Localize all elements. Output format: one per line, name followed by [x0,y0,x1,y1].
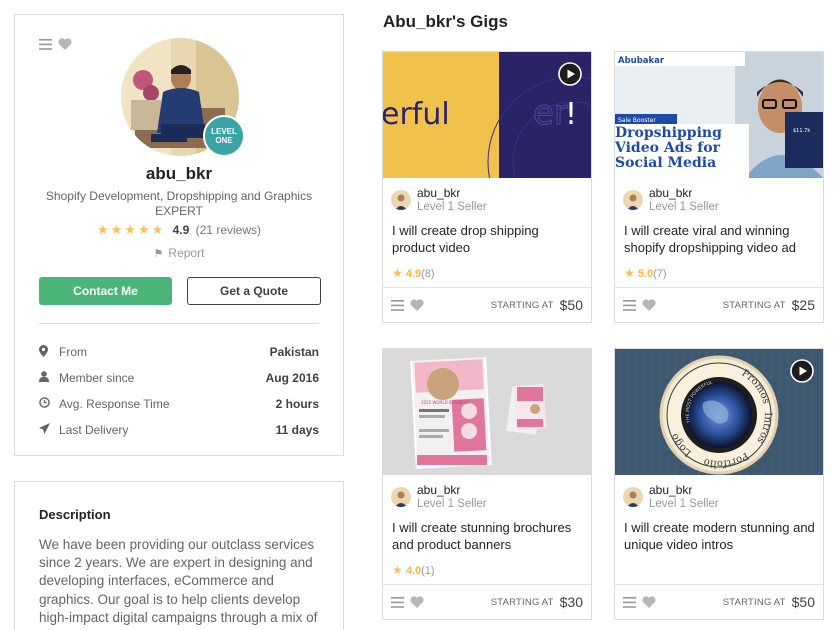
contact-me-button[interactable]: Contact Me [39,277,172,305]
seller-avatar[interactable] [623,487,643,507]
description-title: Description [39,507,111,522]
gig-card[interactable]: er ! erful abu_bkr Level 1 Seller I will… [382,51,592,323]
seller-avatar[interactable] [391,487,411,507]
play-icon[interactable] [558,62,582,86]
flag-icon: ⚑ [153,248,164,260]
heart-icon[interactable] [410,299,424,311]
review-count[interactable]: (21 reviews) [196,223,261,237]
star-icon: ★ [624,266,635,280]
divider [39,323,319,324]
card-tools [39,38,72,50]
gig-rating: ★ 5.0(7) [624,266,667,280]
stat-member-since: Member since Aug 2016 [39,365,319,391]
get-a-quote-button[interactable]: Get a Quote [187,277,321,305]
gig-footer: STARTING AT $25 [615,287,823,322]
svg-text:er: er [533,93,568,133]
gig-thumbnail[interactable]: Promos Intros Portfolio Logo THE MOST PO… [615,349,823,475]
location-pin-icon [39,344,59,360]
gig-title[interactable]: I will create stunning brochures and pro… [392,519,583,553]
stat-last-delivery: Last Delivery 11 days [39,417,319,443]
seller-stats: From Pakistan Member since Aug 2016 Avg.… [39,339,319,443]
gig-seller: abu_bkr Level 1 Seller [391,186,487,214]
seller-rating: ★★★★★ 4.9 (21 reviews) [15,222,343,238]
gig-rating: ★ 4.0(1) [392,563,435,577]
svg-text:Sale Booster: Sale Booster [618,117,656,124]
gig-price: $25 [791,297,815,313]
paper-plane-icon [39,423,59,437]
gig-seller: abu_bkr Level 1 Seller [391,483,487,511]
report-link[interactable]: ⚑ Report [15,246,343,260]
svg-text:erful: erful [383,97,450,132]
heart-icon[interactable] [410,596,424,608]
menu-icon[interactable] [391,299,404,311]
menu-icon[interactable] [623,596,636,608]
gig-price: $50 [559,297,583,313]
play-icon[interactable] [790,359,814,383]
user-icon [39,371,59,385]
heart-icon[interactable] [642,596,656,608]
stat-from: From Pakistan [39,339,319,365]
gig-thumbnail[interactable]: er ! erful [383,52,591,178]
gig-footer: STARTING AT $30 [383,584,591,619]
gigs-heading: Abu_bkr's Gigs [383,12,508,31]
description-body: We have been providing our outclass serv… [39,537,318,625]
menu-icon[interactable] [623,299,636,311]
seller-avatar[interactable] [623,190,643,210]
rating-value: 4.9 [172,223,190,237]
level-badge: LEVEL ONE [203,115,245,157]
heart-icon[interactable] [642,299,656,311]
svg-text:2022 WORLD BUSINESS: 2022 WORLD BUSINESS [421,400,469,405]
stat-response-time: Avg. Response Time 2 hours [39,391,319,417]
gig-price: $50 [791,594,815,610]
clock-icon [39,397,59,411]
svg-text:Abubakar: Abubakar [618,56,665,66]
menu-icon[interactable] [39,38,52,50]
rating-stars-icon: ★★★★★ [96,222,166,237]
svg-text:$11.7k: $11.7k [793,128,810,134]
gig-title[interactable]: I will create drop shipping product vide… [392,222,583,256]
gig-seller: abu_bkr Level 1 Seller [623,483,719,511]
svg-text:!: ! [565,97,577,132]
gig-thumbnail[interactable]: 2022 WORLD BUSINESS [383,349,591,475]
gig-seller: abu_bkr Level 1 Seller [623,186,719,214]
gig-title[interactable]: I will create viral and winning shopify … [624,222,815,256]
star-icon: ★ [392,563,403,577]
heart-icon[interactable] [58,38,72,50]
gig-title[interactable]: I will create modern stunning and unique… [624,519,815,553]
gig-card[interactable]: 2022 WORLD BUSINESS abu_bkr Level 1 Sell… [382,348,592,620]
gig-card[interactable]: Abubakar $11.7k Sale Booster Dropshippin… [614,51,824,323]
menu-icon[interactable] [391,596,404,608]
gig-footer: STARTING AT $50 [615,584,823,619]
gig-rating: ★ 4.9(8) [392,266,435,280]
username[interactable]: abu_bkr [15,164,343,184]
description-card: Description We have been providing our o… [14,481,344,630]
gig-footer: STARTING AT $50 [383,287,591,322]
seller-avatar[interactable] [391,190,411,210]
gig-thumbnail[interactable]: Abubakar $11.7k Sale Booster Dropshippin… [615,52,823,178]
profile-card: LEVEL ONE abu_bkr Shopify Development, D… [14,14,344,456]
seller-tagline: Shopify Development, Dropshipping and Gr… [45,189,313,218]
gig-card[interactable]: Promos Intros Portfolio Logo THE MOST PO… [614,348,824,620]
gig-price: $30 [559,594,583,610]
star-icon: ★ [392,266,403,280]
avatar[interactable]: LEVEL ONE [121,38,245,157]
